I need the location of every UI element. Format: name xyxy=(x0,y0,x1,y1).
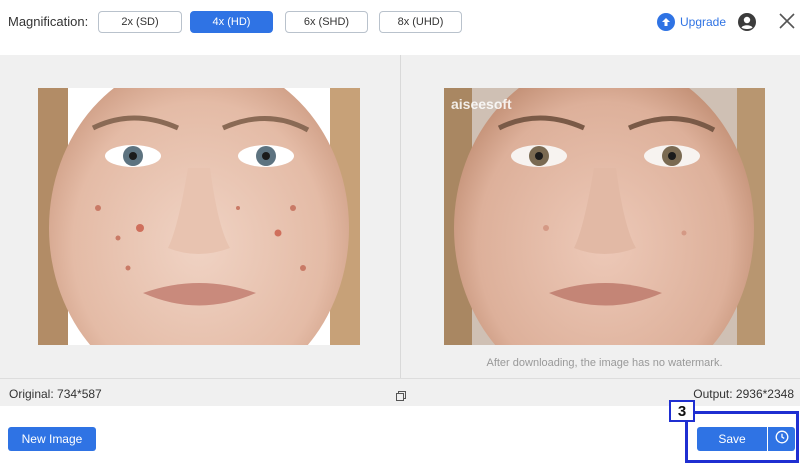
new-image-button[interactable]: New Image xyxy=(8,427,96,451)
output-size: Output: 2936*2348 xyxy=(693,387,794,401)
close-icon[interactable] xyxy=(777,11,797,31)
magnification-6x-button[interactable]: 6x (SHD) xyxy=(285,11,368,33)
schedule-button[interactable] xyxy=(768,427,795,451)
magnification-8x-button[interactable]: 8x (UHD) xyxy=(379,11,462,33)
magnification-2x-button[interactable]: 2x (SD) xyxy=(98,11,182,33)
preview-area: aiseesoft After downloading, the image h… xyxy=(0,55,800,378)
magnification-label: Magnification: xyxy=(8,14,89,29)
clock-icon xyxy=(775,430,789,449)
upgrade-button[interactable]: Upgrade xyxy=(657,13,726,31)
step-number-badge: 3 xyxy=(669,400,695,422)
compare-icon[interactable] xyxy=(396,388,406,401)
top-toolbar: Magnification: 2x (SD) 4x (HD) 6x (SHD) … xyxy=(0,0,800,46)
account-icon[interactable] xyxy=(737,12,757,32)
preview-divider xyxy=(400,55,401,378)
watermark-note: After downloading, the image has no wate… xyxy=(486,357,723,369)
save-button[interactable]: Save xyxy=(697,427,767,451)
output-image: aiseesoft xyxy=(444,88,765,345)
upload-arrow-icon xyxy=(657,13,675,31)
upgrade-label: Upgrade xyxy=(680,15,727,29)
watermark-text: aiseesoft xyxy=(451,96,512,112)
original-image xyxy=(38,88,360,345)
magnification-4x-button[interactable]: 4x (HD) xyxy=(190,11,273,33)
original-size: Original: 734*587 xyxy=(9,387,102,401)
